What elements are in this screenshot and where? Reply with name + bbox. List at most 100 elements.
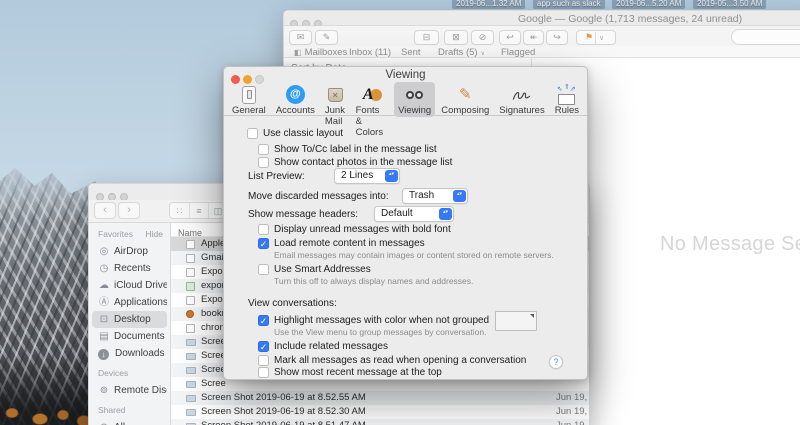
flag-icon: ⚑ (585, 32, 593, 42)
checkbox-note: Email messages may contain images or con… (274, 250, 554, 260)
desktop-icon-label[interactable]: 2019-06...5.20 AM (612, 0, 685, 9)
sidebar-item-remote-disc[interactable]: ⊚Remote Disc (92, 382, 167, 399)
forward-button[interactable]: ↪ (546, 30, 568, 45)
sidebar-item-applications[interactable]: ⒶApplications (92, 294, 167, 311)
pref-row: Show contact photos in the message list (247, 157, 581, 170)
favorites-item-drafts-5-[interactable]: Drafts (5)∨ (438, 47, 485, 58)
favorites-item-label: Sent (401, 47, 421, 58)
pref-row: ✓ Include related messages (247, 341, 581, 354)
dropdown-2-lines[interactable]: 2 Lines▴▾ (334, 168, 400, 184)
document-icon (186, 240, 195, 249)
checkbox-label: Show most recent message at the top (274, 367, 442, 379)
compose-icon: ✎ (323, 32, 331, 42)
checkbox[interactable]: ✓ (258, 238, 269, 249)
mail-titlebar[interactable]: Google — Google (1,713 messages, 24 unre… (284, 11, 800, 26)
favorites-item-inbox-11-[interactable]: Inbox (11) (349, 47, 391, 58)
applications-icon: Ⓐ (97, 294, 111, 311)
checkbox-note: Use the View menu to group messages by c… (274, 327, 486, 337)
checkbox[interactable]: ✓ (258, 315, 269, 326)
hide-button[interactable]: Hide (146, 229, 163, 239)
trash-icon: ⊠ (452, 32, 460, 42)
icon-view-icon[interactable]: ∷ (170, 203, 189, 218)
color-well-fold (530, 314, 534, 318)
favorites-item-mailboxes[interactable]: ◧Mailboxes (294, 47, 347, 58)
sidebar-item-label: Remote Disc (114, 385, 167, 396)
forward-button[interactable]: › (118, 202, 140, 219)
get-mail-button[interactable]: ✉ (289, 30, 312, 45)
pref-row: View conversations: (247, 298, 581, 311)
airdrop-icon: ◎ (97, 243, 111, 260)
sidebar-section-header: Shared (98, 405, 170, 419)
stepper-arrows-icon: ▴▾ (385, 170, 398, 182)
favorites-item-label: Inbox (11) (349, 47, 391, 58)
desktop-icon-label[interactable]: 2019-05...3.50 AM (693, 0, 766, 9)
checkbox-label: Show To/Cc label in the message list (274, 144, 437, 156)
sidebar-item-desktop[interactable]: ⊡Desktop (92, 311, 167, 328)
sidebar-item-airdrop[interactable]: ◎AirDrop (92, 243, 167, 260)
sidebar-section-header: FavoritesHide (98, 229, 170, 243)
reply-icon: ↩ (506, 32, 514, 42)
checkbox[interactable] (258, 355, 269, 366)
checkbox-note: Turn this off to always display names an… (274, 276, 473, 286)
sidebar-item-icloud-drive[interactable]: ☁iCloud Drive (92, 277, 167, 294)
checkbox[interactable] (258, 144, 269, 155)
icloud-icon: ☁ (97, 277, 111, 294)
archive-icon: ⊟ (423, 32, 431, 42)
sidebar-item-downloads[interactable]: ↓Downloads (92, 345, 167, 362)
sidebar-item-all-[interactable]: ⊕All... (92, 419, 167, 425)
highlight-color-well[interactable] (495, 311, 537, 331)
checkbox-label: Highlight messages with color when not g… (274, 315, 489, 327)
archive-button[interactable]: ⊟ (414, 30, 439, 45)
checkbox[interactable] (258, 367, 269, 378)
chevron-down-icon[interactable]: ∨ (595, 32, 607, 45)
file-row[interactable]: Screen Shot 2019-06-19 at 8.52.30 AMJun … (171, 405, 589, 419)
favorites-item-flagged[interactable]: Flagged (501, 47, 535, 58)
screen: 2019-06...1.32 AM app such as slack 2019-0… (0, 0, 800, 425)
sidebar-item-recents[interactable]: ◷Recents (92, 260, 167, 277)
flag-button[interactable]: ⚑∨ (576, 30, 616, 45)
document-icon (186, 254, 195, 263)
file-row[interactable]: Screen Shot 2019-06-19 at 8.51.47 AMJun … (171, 419, 589, 425)
reply-button[interactable]: ↩ (499, 30, 521, 45)
spreadsheet-icon (186, 282, 195, 291)
file-name: Screen Shot 2019-06-19 at 8.52.30 AM (201, 405, 366, 419)
favorites-item-sent[interactable]: Sent (401, 47, 421, 58)
compose-button[interactable]: ✎ (315, 30, 338, 45)
checkbox-label: Use classic layout (263, 128, 343, 140)
recents-icon: ◷ (97, 260, 111, 277)
junk-button[interactable]: ⊘ (471, 30, 494, 45)
reply-all-button[interactable]: ↞ (523, 30, 544, 45)
file-name: Apple (201, 237, 225, 251)
file-name: expor (201, 279, 225, 293)
sidebar-item-documents[interactable]: ▤Documents (92, 328, 167, 345)
envelope-icon: ✉ (297, 32, 305, 42)
pref-row: Show message headers:Default▴▾ (247, 209, 581, 222)
checkbox[interactable]: ✓ (258, 341, 269, 352)
dropdown-value: Trash (409, 190, 434, 201)
chevron-down-icon: ∨ (481, 51, 485, 57)
delete-button[interactable]: ⊠ (444, 30, 468, 45)
dropdown-default[interactable]: Default▴▾ (374, 206, 454, 222)
checkbox[interactable] (258, 224, 269, 235)
image-icon (186, 395, 196, 402)
list-view-icon[interactable]: ≡ (189, 203, 208, 218)
checkbox[interactable] (258, 157, 269, 168)
checkbox[interactable] (247, 128, 258, 139)
disc-icon: ⊚ (97, 382, 111, 399)
desktop-icon-label[interactable]: 2019-06...1.32 AM (452, 0, 525, 9)
dropdown-trash[interactable]: Trash▴▾ (402, 188, 468, 204)
checkbox-label: Include related messages (274, 341, 388, 353)
no-message-selected-text: No Message Selected (660, 233, 800, 256)
mail-toolbar: ✉ ✎ ⊟ ⊠ ⊘ ↩ ↞↪ ⚑∨ (284, 26, 800, 46)
back-button[interactable]: ‹ (94, 202, 116, 219)
help-button[interactable]: ? (549, 355, 563, 369)
document-icon (186, 324, 195, 333)
pref-row: List Preview:2 Lines▴▾ (247, 171, 581, 184)
checkbox[interactable] (258, 264, 269, 275)
checkbox-label: Load remote content in messages (274, 238, 425, 250)
image-icon (186, 353, 196, 360)
desktop-icon-label[interactable]: app such as slack (533, 0, 605, 9)
image-icon (186, 339, 196, 346)
file-row[interactable]: Screen Shot 2019-06-19 at 8.52.55 AMJun … (171, 391, 589, 405)
search-input[interactable] (731, 29, 800, 45)
